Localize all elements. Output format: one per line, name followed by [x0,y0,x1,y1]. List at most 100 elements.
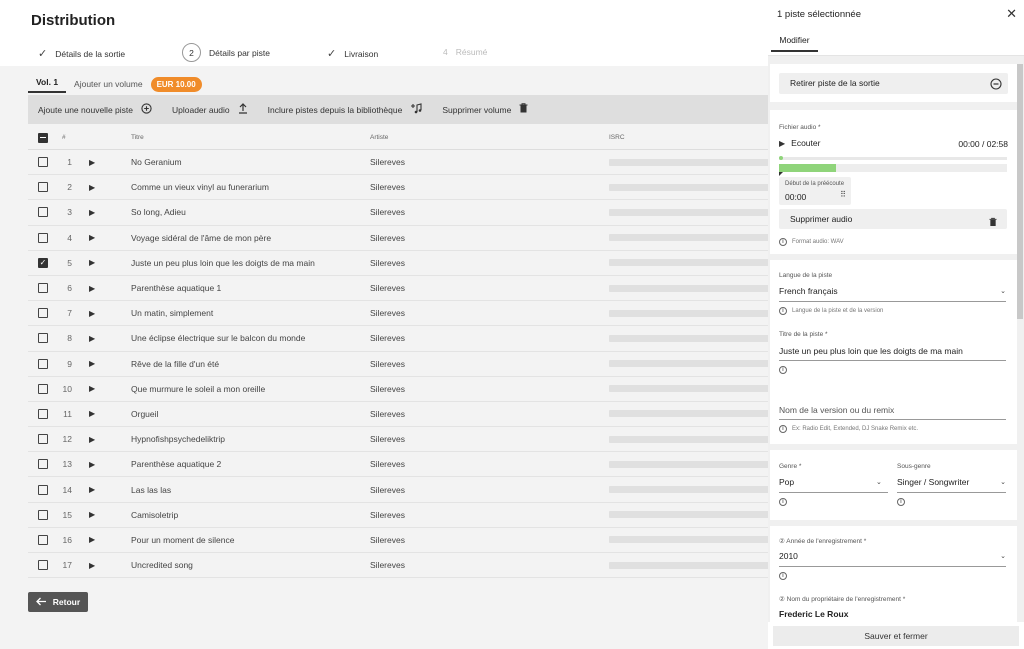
isrc-field[interactable] [609,435,794,443]
chevron-down-icon[interactable]: ⌄ [1000,478,1006,486]
preview-range[interactable] [779,164,1007,172]
add-track-button[interactable]: Ajoute une nouvelle piste [28,95,162,124]
isrc-field[interactable] [609,208,794,216]
isrc-field[interactable] [609,360,794,368]
table-row[interactable]: 16 ▶ Pour un moment de silence Silereves [28,528,794,553]
row-checkbox[interactable] [38,560,48,571]
play-icon[interactable]: ▶ [89,535,95,544]
play-icon[interactable]: ▶ [89,233,95,242]
table-row[interactable]: 9 ▶ Rêve de la fille d'un été Silereves [28,352,794,377]
play-icon[interactable]: ▶ [89,158,95,167]
play-icon[interactable]: ▶ [89,258,95,267]
isrc-field[interactable] [609,183,794,191]
play-icon[interactable]: ▶ [89,309,95,318]
row-checkbox[interactable] [38,509,48,520]
playback-progress[interactable] [779,156,1007,160]
row-checkbox[interactable] [38,333,48,344]
row-checkbox[interactable] [38,484,48,495]
play-icon[interactable]: ▶ [89,284,95,293]
step-track-details[interactable]: 2 Détails par piste [182,43,270,62]
close-icon[interactable]: ✕ [1006,6,1017,22]
row-checkbox[interactable] [38,358,48,369]
isrc-field[interactable] [609,259,794,267]
delete-volume-button[interactable]: Supprimer volume [432,95,538,124]
play-icon[interactable]: ▶ [89,208,95,217]
table-row[interactable]: 10 ▶ Que murmure le soleil a mon oreille Si… [28,377,794,402]
row-checkbox[interactable] [38,182,48,193]
isrc-field[interactable] [609,536,794,544]
isrc-field[interactable] [609,460,794,468]
version-input[interactable]: Nom de la version ou du remix [779,405,894,415]
select-all-checkbox[interactable] [38,132,48,143]
tab-vol-1[interactable]: Vol. 1 [28,75,67,93]
chevron-down-icon[interactable]: ⌄ [1000,552,1006,560]
row-checkbox[interactable] [38,157,48,168]
play-icon[interactable]: ▶ [89,359,95,368]
table-row[interactable]: 14 ▶ Las las las Silereves [28,477,794,503]
play-icon[interactable]: ▶ [89,409,95,418]
row-checkbox[interactable] [38,459,48,470]
play-icon[interactable]: ▶ [89,435,95,444]
upload-audio-button[interactable]: Uploader audio [162,95,258,124]
table-row[interactable]: 17 ▶ Uncredited song Silereves [28,553,794,579]
row-checkbox[interactable] [38,383,48,394]
year-select[interactable]: 2010 [779,551,798,561]
row-checkbox[interactable] [38,207,48,218]
playback-handle[interactable] [779,156,783,160]
isrc-field[interactable] [609,410,794,418]
owner-input[interactable]: Frederic Le Roux [779,609,848,619]
language-select[interactable]: French français [779,286,838,296]
play-icon[interactable]: ▶ [89,485,95,494]
delete-audio-button[interactable]: Supprimer audio [779,209,1007,229]
table-row[interactable]: ✓ 5 ▶ Juste un peu plus loin que les doigts… [28,251,794,276]
include-library-button[interactable]: Inclure pistes depuis la bibliothèque [258,95,433,124]
isrc-field[interactable] [609,385,794,393]
save-and-close-button[interactable]: Sauver et fermer [773,626,1019,646]
table-row[interactable]: 13 ▶ Parenthèse aquatique 2 Silereves [28,452,794,478]
row-checkbox[interactable] [38,434,48,445]
table-row[interactable]: 1 ▶ No Geranium Silereves [28,150,794,176]
play-icon[interactable]: ▶ [89,334,95,343]
isrc-field[interactable] [609,284,794,292]
panel-scrollbar[interactable] [1017,64,1023,620]
play-icon[interactable]: ▶ [89,460,95,469]
chevron-down-icon[interactable]: ⌄ [1000,287,1006,295]
table-row[interactable]: 8 ▶ Une éclipse électrique sur le balcon d… [28,326,794,352]
row-checkbox[interactable]: ✓ [38,257,48,268]
isrc-field[interactable] [609,309,794,317]
step-delivery[interactable]: ✓ Livraison [327,47,378,60]
table-row[interactable]: 4 ▶ Voyage sidéral de l'âme de mon père Sil… [28,226,794,251]
isrc-field[interactable] [609,234,794,242]
table-row[interactable]: 15 ▶ Camisoletrip Silereves [28,503,794,528]
tab-add-volume[interactable]: Ajouter un volume [66,79,151,89]
play-icon[interactable]: ▶ [89,510,95,519]
isrc-field[interactable] [609,561,794,569]
table-row[interactable]: 7 ▶ Un matin, simplement Silereves [28,301,794,327]
preview-start-field[interactable]: Début de la préécoute 00:00 ⠿ [779,177,851,205]
table-row[interactable]: 6 ▶ Parenthèse aquatique 1 Silereves [28,276,794,302]
table-row[interactable]: 2 ▶ Comme un vieux vinyl au funerarium Sile… [28,175,794,201]
step-release-details[interactable]: ✓ Détails de la sortie [38,47,125,60]
table-row[interactable]: 11 ▶ Orgueil Silereves [28,402,794,428]
isrc-field[interactable] [609,511,794,519]
scrollbar-thumb[interactable] [1017,64,1023,319]
row-checkbox[interactable] [38,283,48,294]
row-checkbox[interactable] [38,408,48,419]
table-row[interactable]: 12 ▶ Hypnofishpsychedeliktrip Silereves [28,427,794,453]
row-checkbox[interactable] [38,308,48,319]
play-icon[interactable]: ▶ [89,561,95,570]
play-icon[interactable]: ▶ [89,384,95,393]
isrc-field[interactable] [609,486,794,494]
row-checkbox[interactable] [38,232,48,243]
tab-edit[interactable]: Modifier [771,32,818,52]
row-checkbox[interactable] [38,534,48,545]
play-icon[interactable]: ▶ [89,183,95,192]
table-row[interactable]: 3 ▶ So long, Adieu Silereves [28,200,794,226]
isrc-field[interactable] [609,158,794,166]
listen-button[interactable]: ▶ Ecouter [779,138,820,148]
chevron-down-icon[interactable]: ⌄ [876,478,882,486]
track-title-input[interactable]: Juste un peu plus loin que les doigts de… [779,346,963,356]
genre-select[interactable]: Pop [779,477,794,487]
remove-track-button[interactable]: Retirer piste de la sortie [779,73,1008,94]
back-button[interactable]: Retour [28,592,88,612]
